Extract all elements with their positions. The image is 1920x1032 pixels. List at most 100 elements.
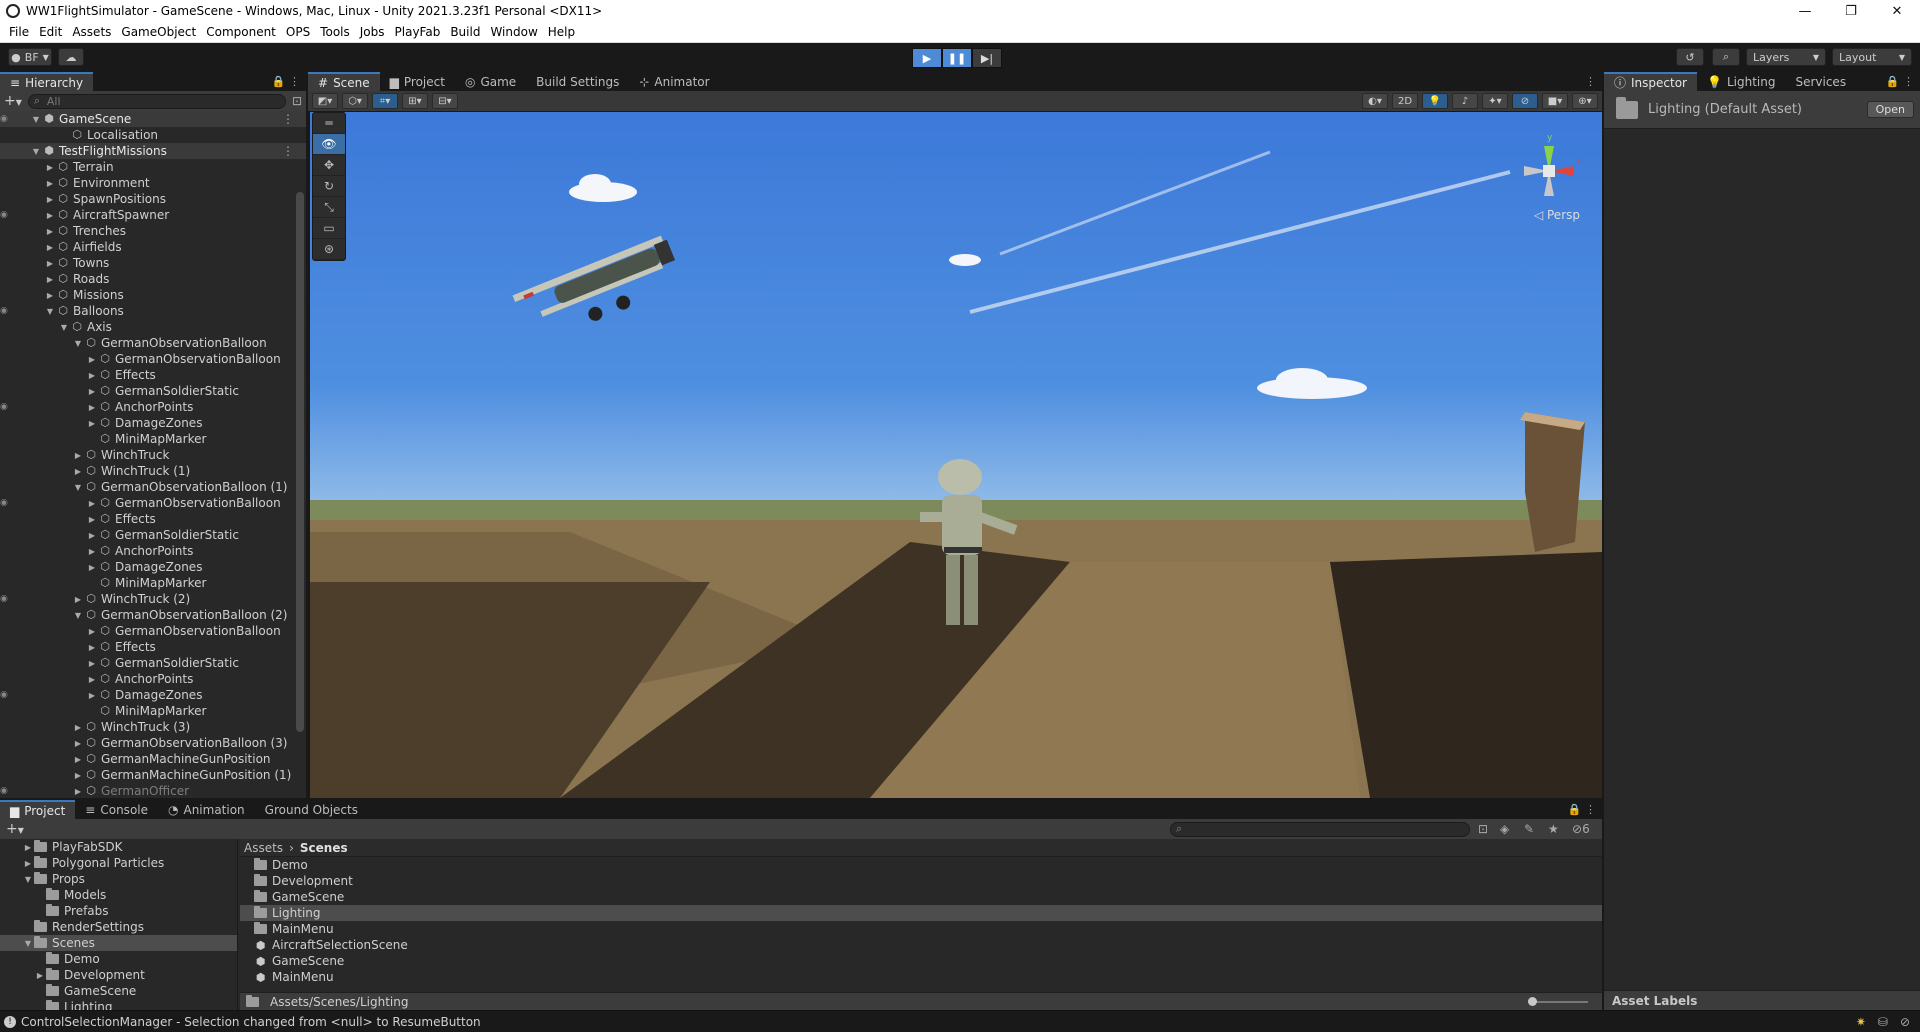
project-folder-item[interactable]: ▶ Polygonal Particles	[0, 855, 237, 871]
menu-file[interactable]: File	[4, 25, 34, 39]
hierarchy-search-input[interactable]: All	[27, 93, 286, 109]
check-icon[interactable]: ⊘	[1900, 1015, 1910, 1029]
hierarchy-item[interactable]: ◉ ▶ ⬡ GermanObservationBalloon	[0, 495, 306, 511]
lighting-toggle[interactable]: 💡	[1422, 93, 1448, 109]
tab-services[interactable]: Services	[1785, 72, 1856, 91]
effects-dropdown[interactable]: ✦ ▾	[1482, 93, 1508, 109]
project-folder-item[interactable]: ▼ Props	[0, 871, 237, 887]
hierarchy-item[interactable]: ▶ ⬡ GermanMachineGunPosition (1)	[0, 767, 306, 783]
hierarchy-item[interactable]: ◉ ▶ ⬡ AnchorPoints	[0, 399, 306, 415]
render-mode-dropdown[interactable]: ⬡ ▾	[342, 93, 368, 109]
hierarchy-item[interactable]: ▶ ⬡ Airfields	[0, 239, 306, 255]
hierarchy-item[interactable]: ▶ ⬡ GermanSoldierStatic	[0, 527, 306, 543]
minimize-button[interactable]: —	[1782, 0, 1828, 22]
pause-button[interactable]: ❚❚	[942, 48, 972, 68]
menu-build[interactable]: Build	[445, 25, 485, 39]
hierarchy-item[interactable]: ◉ ▼ ⬡ Balloons	[0, 303, 306, 319]
cloud-button[interactable]: ☁	[58, 48, 84, 66]
hierarchy-item[interactable]: ⬡ MiniMapMarker	[0, 575, 306, 591]
progress-icon[interactable]: ✷	[1856, 1015, 1866, 1029]
tab-scene[interactable]: # Scene	[308, 72, 380, 91]
tab-animator[interactable]: ⊹ Animator	[629, 72, 719, 91]
menu-assets[interactable]: Assets	[67, 25, 116, 39]
transform-tool[interactable]: ⊛	[313, 239, 345, 260]
collapsed-arrow-icon[interactable]: ▶	[86, 659, 98, 668]
expanded-arrow-icon[interactable]: ▼	[22, 939, 34, 948]
collapsed-arrow-icon[interactable]: ▶	[22, 859, 34, 868]
snap-increment-dropdown[interactable]: ⊞ ▾	[402, 93, 428, 109]
visibility-icon[interactable]: ◉	[0, 210, 14, 220]
collapsed-arrow-icon[interactable]: ▶	[86, 563, 98, 572]
status-message[interactable]: ControlSelectionManager - Selection chan…	[21, 1015, 481, 1029]
project-folder-item[interactable]: Prefabs	[0, 903, 237, 919]
visibility-icon[interactable]: ◉	[0, 786, 14, 796]
hierarchy-item[interactable]: ▼ ⬡ Axis	[0, 319, 306, 335]
collapsed-arrow-icon[interactable]: ▶	[72, 451, 84, 460]
inspector-menu-icon[interactable]: 🔒 ⋮	[1886, 75, 1914, 88]
collapsed-arrow-icon[interactable]: ▶	[86, 515, 98, 524]
hidden-objects-toggle[interactable]: ⊘	[1512, 93, 1538, 109]
undo-history-button[interactable]: ↺	[1676, 48, 1704, 66]
project-folder-item[interactable]: ▶ PlayFabSDK	[0, 839, 237, 855]
collapsed-arrow-icon[interactable]: ▶	[44, 195, 56, 204]
visibility-icon[interactable]: ◉	[0, 594, 14, 604]
gizmos-dropdown[interactable]: ⊕ ▾	[1572, 93, 1598, 109]
menu-edit[interactable]: Edit	[34, 25, 67, 39]
hierarchy-menu-icon[interactable]: 🔒 ⋮	[272, 75, 300, 88]
menu-playfab[interactable]: PlayFab	[390, 25, 446, 39]
collapsed-arrow-icon[interactable]: ▶	[86, 691, 98, 700]
collapsed-arrow-icon[interactable]: ▶	[72, 467, 84, 476]
scene-visibility-icon[interactable]: ⊡	[292, 94, 302, 108]
file-item[interactable]: ⬢ MainMenu	[240, 969, 1602, 985]
cache-icon[interactable]: ⛁	[1878, 1015, 1888, 1029]
menu-jobs[interactable]: Jobs	[355, 25, 390, 39]
collapsed-arrow-icon[interactable]: ▶	[72, 787, 84, 796]
collapsed-arrow-icon[interactable]: ▶	[72, 739, 84, 748]
visibility-icon[interactable]: ◉	[0, 114, 14, 124]
expanded-arrow-icon[interactable]: ▼	[30, 115, 42, 124]
scene-menu-icon[interactable]: ⋮	[1585, 75, 1596, 88]
hierarchy-item[interactable]: ▶ ⬡ GermanSoldierStatic	[0, 383, 306, 399]
hierarchy-item[interactable]: ▶ ⬡ Effects	[0, 511, 306, 527]
hierarchy-item[interactable]: ▶ ⬡ WinchTruck (1)	[0, 463, 306, 479]
file-item[interactable]: Demo	[240, 857, 1602, 873]
close-button[interactable]: ✕	[1874, 0, 1920, 22]
perspective-label[interactable]: ◁ Persp	[1534, 208, 1580, 222]
breadcrumb-scenes[interactable]: Scenes	[300, 841, 348, 855]
draw-mode-dropdown[interactable]: ◩ ▾	[312, 93, 338, 109]
hierarchy-item[interactable]: ◉ ▶ ⬡ DamageZones	[0, 687, 306, 703]
collapsed-arrow-icon[interactable]: ▶	[72, 755, 84, 764]
hierarchy-item[interactable]: ▼ ⬡ GermanObservationBalloon (1)	[0, 479, 306, 495]
collapsed-arrow-icon[interactable]: ▶	[86, 403, 98, 412]
hidden-packages-icon[interactable]: ⊘6	[1572, 822, 1590, 836]
menu-window[interactable]: Window	[485, 25, 542, 39]
tab-project[interactable]: ▆ Project	[380, 72, 455, 91]
scene-row[interactable]: ▼ ⬢ TestFlightMissions ⋮	[0, 143, 306, 159]
collapsed-arrow-icon[interactable]: ▶	[86, 627, 98, 636]
file-item[interactable]: GameScene	[240, 889, 1602, 905]
visibility-icon[interactable]: ◉	[0, 690, 14, 700]
layout-dropdown[interactable]: Layout ▼	[1832, 48, 1912, 66]
more-options-icon[interactable]: ⋮	[282, 112, 294, 126]
rotate-tool[interactable]: ↻	[313, 176, 345, 197]
expanded-arrow-icon[interactable]: ▼	[72, 611, 84, 620]
hierarchy-item[interactable]: ▶ ⬡ Effects	[0, 639, 306, 655]
search-button[interactable]: ⌕	[1712, 48, 1740, 66]
collapsed-arrow-icon[interactable]: ▶	[44, 291, 56, 300]
hierarchy-item[interactable]: ▶ ⬡ SpawnPositions	[0, 191, 306, 207]
favorite-icon[interactable]: ★	[1548, 822, 1559, 836]
tab-project[interactable]: ▆ Project	[0, 800, 76, 819]
hierarchy-item[interactable]: ▶ ⬡ Environment	[0, 175, 306, 191]
tab-build-settings[interactable]: Build Settings	[526, 72, 629, 91]
hierarchy-item[interactable]: ▶ ⬡ Roads	[0, 271, 306, 287]
grid-snap-toggle[interactable]: ⌗ ▾	[372, 93, 398, 109]
audio-toggle[interactable]: ♪	[1452, 93, 1478, 109]
file-item[interactable]: ⬢ GameScene	[240, 953, 1602, 969]
collapsed-arrow-icon[interactable]: ▶	[86, 643, 98, 652]
project-folder-item[interactable]: ▼ Scenes	[0, 935, 237, 951]
menu-ops[interactable]: OPS	[281, 25, 315, 39]
tool-handle[interactable]: ═	[313, 113, 345, 134]
file-item[interactable]: ⬢ AircraftSelectionScene	[240, 937, 1602, 953]
move-tool[interactable]: ✥	[313, 155, 345, 176]
view-tool[interactable]: 👁	[313, 134, 345, 155]
